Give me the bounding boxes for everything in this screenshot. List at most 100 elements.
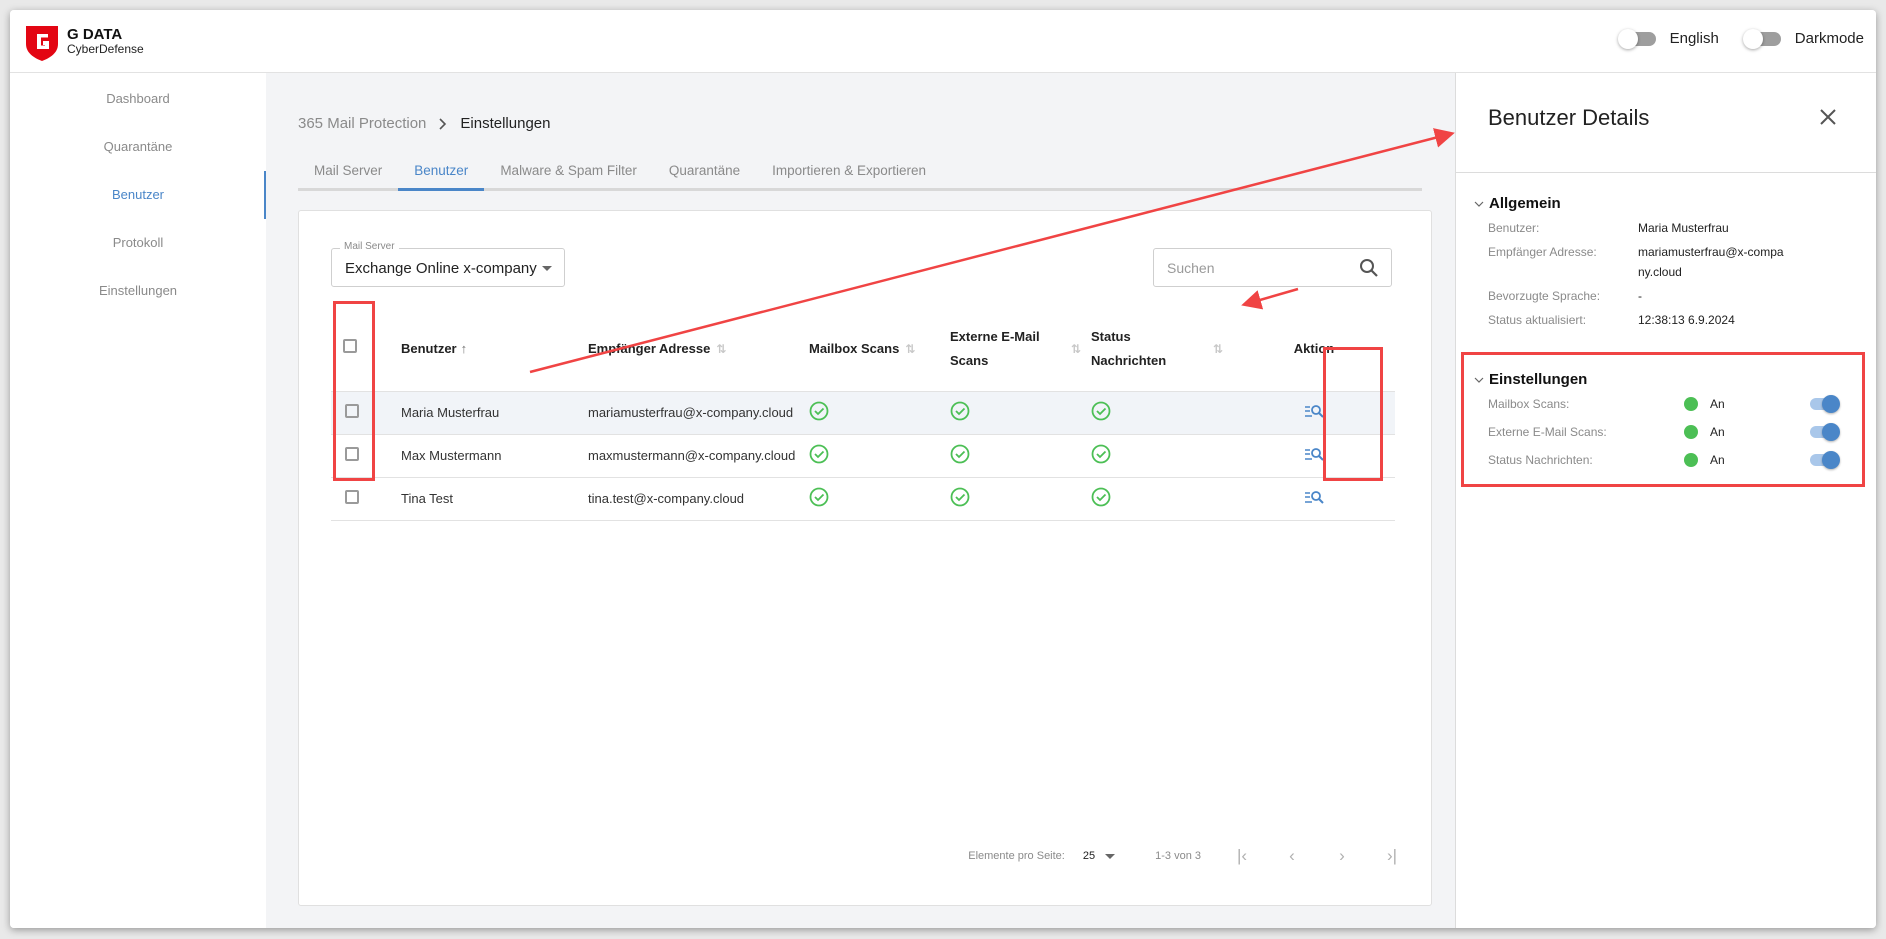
sidebar-item-benutzer[interactable]: Benutzer (10, 171, 266, 219)
per-page-select[interactable]: 25 (1083, 850, 1095, 862)
table-row[interactable]: Maria Musterfrau mariamusterfrau@x-compan… (331, 391, 1395, 435)
col-aktion: Aktion (1233, 307, 1395, 392)
sidebar-item-quarantaene[interactable]: Quarantäne (10, 123, 266, 171)
col-externe-email-scans[interactable]: Externe E-Mail Scans ⇅ (950, 307, 1091, 392)
detail-empfaenger-adresse: Empfänger Adresse: mariamusterfrau@x-comp… (1488, 245, 1784, 279)
tab-quarantaene[interactable]: Quarantäne (653, 153, 756, 188)
col-benutzer[interactable]: Benutzer ↑ (401, 307, 588, 392)
page-range: 1-3 von 3 (1155, 850, 1201, 862)
table-row[interactable]: Max Mustermann maxmustermann@x-company.cl… (331, 434, 1395, 478)
status-nachrichten-switch[interactable] (1810, 451, 1840, 469)
search-icon[interactable] (1359, 258, 1379, 278)
gdata-shield-icon (26, 26, 58, 61)
darkmode-toggle[interactable]: Darkmode (1742, 28, 1864, 49)
user-email: mariamusterfrau@x-company.cloud (588, 391, 809, 435)
view-details-icon[interactable] (1304, 448, 1324, 464)
mail-server-select[interactable]: Mail Server Exchange Online x-company (331, 241, 565, 287)
status-messages-check-icon (1091, 487, 1111, 510)
mail-server-select-label: Mail Server (340, 241, 399, 252)
tab-malware-spam-filter[interactable]: Malware & Spam Filter (484, 153, 653, 188)
mail-server-select-value: Exchange Online x-company (345, 260, 537, 277)
setting-externe-email-scans: Externe E-Mail Scans: An (1488, 418, 1840, 446)
row-checkbox[interactable] (345, 447, 359, 461)
mailbox-scans-check-icon (809, 401, 829, 424)
sidebar: Dashboard Quarantäne Benutzer Protokoll … (10, 73, 266, 928)
sort-icon: ⇅ (1070, 341, 1081, 356)
user-name: Max Mustermann (401, 434, 588, 478)
tab-mail-server[interactable]: Mail Server (298, 153, 398, 188)
table-row[interactable]: Tina Test tina.test@x-company.cloud (331, 477, 1395, 521)
tab-importieren-exportieren[interactable]: Importieren & Exportieren (756, 153, 942, 188)
sidebar-item-dashboard[interactable]: Dashboard (10, 75, 266, 123)
english-toggle[interactable]: English (1617, 28, 1719, 49)
mailbox-scans-check-icon (809, 444, 829, 467)
col-status-nachrichten[interactable]: Status Nachrichten ⇅ (1091, 307, 1233, 392)
sidebar-item-protokoll[interactable]: Protokoll (10, 219, 266, 267)
users-card: Mail Server Exchange Online x-company Be… (298, 210, 1432, 906)
darkmode-toggle-label: Darkmode (1794, 30, 1864, 47)
sort-icon: ⇅ (1212, 341, 1223, 356)
tab-benutzer[interactable]: Benutzer (398, 153, 485, 191)
search-input[interactable] (1154, 249, 1344, 286)
dropdown-caret-icon (542, 266, 552, 271)
status-messages-check-icon (1091, 401, 1111, 424)
col-mailbox-scans[interactable]: Mailbox Scans ⇅ (809, 307, 950, 392)
brand-logo[interactable]: G DATA CyberDefense (24, 22, 144, 62)
external-scans-check-icon (950, 401, 970, 424)
user-email: tina.test@x-company.cloud (588, 477, 809, 521)
user-details-panel: Benutzer Details Allgemein Benutzer: Mari… (1455, 73, 1876, 928)
mailbox-scans-switch[interactable] (1810, 395, 1840, 413)
next-page-icon[interactable]: › (1333, 847, 1351, 865)
settings-section-header[interactable]: Einstellungen (1474, 371, 1838, 388)
sort-ascending-icon: ↑ (460, 340, 468, 356)
last-page-icon[interactable]: ›| (1383, 847, 1401, 865)
externe-email-scans-switch[interactable] (1810, 423, 1840, 441)
darkmode-switch[interactable] (1742, 28, 1781, 49)
external-scans-check-icon (950, 487, 970, 510)
table-header-row: Benutzer ↑ Empfänger Adresse ⇅ Mailbox Sca… (331, 307, 1395, 392)
status-messages-check-icon (1091, 444, 1111, 467)
user-name: Maria Musterfrau (401, 391, 588, 435)
app-window: G DATA CyberDefense English Darkmode Das… (10, 10, 1876, 928)
top-bar: G DATA CyberDefense English Darkmode (10, 10, 1876, 73)
chevron-down-icon (1474, 377, 1484, 383)
sidebar-item-einstellungen[interactable]: Einstellungen (10, 267, 266, 315)
pagination: Elemente pro Seite: 25 1-3 von 3 |‹ ‹ › … (968, 847, 1401, 865)
first-page-icon[interactable]: |‹ (1233, 847, 1251, 865)
user-email: maxmustermann@x-company.cloud (588, 434, 809, 478)
sort-icon: ⇅ (905, 341, 916, 356)
detail-bevorzugte-sprache: Bevorzugte Sprache: - (1488, 289, 1642, 303)
panel-title: Benutzer Details (1488, 105, 1650, 130)
previous-page-icon[interactable]: ‹ (1283, 847, 1301, 865)
per-page-label: Elemente pro Seite: (968, 850, 1065, 862)
per-page-caret-icon[interactable] (1105, 853, 1116, 859)
setting-status-nachrichten: Status Nachrichten: An (1488, 446, 1840, 474)
detail-benutzer: Benutzer: Maria Musterfrau (1488, 221, 1729, 235)
view-details-icon[interactable] (1304, 491, 1324, 507)
col-empfaenger-adresse[interactable]: Empfänger Adresse ⇅ (588, 307, 809, 392)
breadcrumb-parent[interactable]: 365 Mail Protection (298, 115, 426, 132)
brand-subtitle: CyberDefense (67, 42, 144, 56)
view-details-icon[interactable] (1304, 405, 1324, 421)
brand-title: G DATA (67, 26, 123, 43)
close-icon[interactable] (1818, 107, 1838, 127)
users-table: Benutzer ↑ Empfänger Adresse ⇅ Mailbox Sca… (331, 307, 1395, 521)
breadcrumb-current: Einstellungen (460, 115, 551, 132)
row-checkbox[interactable] (345, 404, 359, 418)
external-scans-check-icon (950, 444, 970, 467)
english-switch[interactable] (1617, 28, 1656, 49)
chevron-right-icon (439, 117, 447, 130)
search-box (1153, 248, 1392, 287)
select-all-checkbox[interactable] (343, 338, 357, 353)
settings-section: Einstellungen Mailbox Scans: An Externe … (1474, 371, 1840, 474)
general-section-header[interactable]: Allgemein (1474, 195, 1788, 212)
status-on-indicator (1684, 453, 1698, 467)
chevron-down-icon (1474, 201, 1484, 207)
breadcrumb: 365 Mail Protection Einstellungen (298, 115, 550, 132)
english-toggle-label: English (1669, 30, 1719, 47)
setting-mailbox-scans: Mailbox Scans: An (1488, 390, 1840, 418)
detail-status-aktualisiert: Status aktualisiert: 12:38:13 6.9.2024 (1488, 313, 1735, 327)
user-name: Tina Test (401, 477, 588, 521)
mailbox-scans-check-icon (809, 487, 829, 510)
row-checkbox[interactable] (345, 490, 359, 504)
